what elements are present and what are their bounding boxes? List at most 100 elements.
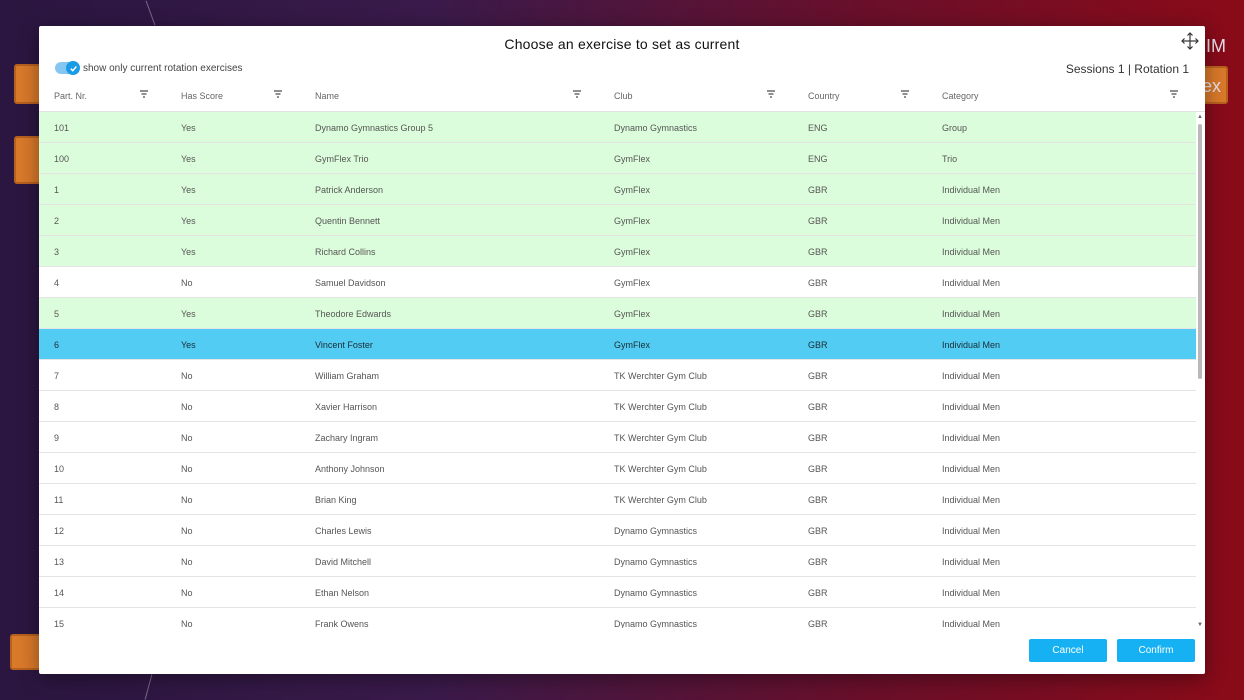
rotation-filter-toggle[interactable] — [55, 61, 80, 75]
grid-body: 101 Yes Dynamo Gymnastics Group 5 Dynamo Gy… — [39, 112, 1196, 628]
column-header-club[interactable]: Club — [614, 80, 764, 112]
table-row[interactable]: 2 Yes Quentin Bennett GymFlex GBR Individual … — [39, 205, 1196, 236]
cell-part: 6 — [54, 339, 60, 350]
scroll-down-arrow-icon[interactable]: ▼ — [1197, 622, 1203, 628]
cell-category: Individual Men — [942, 587, 1001, 598]
table-row[interactable]: 8 No Xavier Harrison TK Werchter Gym Club GB… — [39, 391, 1196, 422]
table-row[interactable]: 10 No Anthony Johnson TK Werchter Gym Club G… — [39, 453, 1196, 484]
column-header-category[interactable]: Category — [942, 80, 1142, 112]
cancel-button[interactable]: Cancel — [1029, 639, 1107, 662]
filter-icon[interactable] — [273, 89, 283, 99]
cell-part: 100 — [54, 153, 70, 164]
cell-country: GBR — [808, 277, 828, 288]
cell-category: Individual Men — [942, 494, 1001, 505]
cell-score: Yes — [181, 246, 196, 257]
filter-icon[interactable] — [139, 89, 149, 99]
cell-category: Individual Men — [942, 308, 1001, 319]
cell-category: Individual Men — [942, 618, 1001, 629]
cell-category: Individual Men — [942, 277, 1001, 288]
cell-part: 3 — [54, 246, 60, 257]
cell-part: 2 — [54, 215, 60, 226]
cell-category: Individual Men — [942, 401, 1001, 412]
filter-icon[interactable] — [900, 89, 910, 99]
cell-category: Group — [942, 122, 968, 133]
cell-country: GBR — [808, 556, 828, 567]
cell-country: GBR — [808, 339, 828, 350]
cell-category: Trio — [942, 153, 958, 164]
table-row[interactable]: 100 Yes GymFlex Trio GymFlex ENG Trio — [39, 143, 1196, 174]
cell-name: Dynamo Gymnastics Group 5 — [315, 122, 434, 133]
cell-score: No — [181, 401, 193, 412]
cell-score: Yes — [181, 153, 196, 164]
table-row[interactable]: 4 No Samuel Davidson GymFlex GBR Individual M… — [39, 267, 1196, 298]
grid-scrollbar[interactable]: ▲ ▼ — [1197, 114, 1203, 628]
move-arrows-icon[interactable] — [1180, 31, 1200, 51]
filter-icon[interactable] — [766, 89, 776, 99]
toggle-label: show only current rotation exercises — [83, 62, 243, 74]
cell-name: Anthony Johnson — [315, 463, 385, 474]
background-decor-line — [145, 0, 156, 26]
toggle-knob — [66, 61, 80, 75]
scroll-thumb[interactable] — [1198, 124, 1202, 379]
column-header-country[interactable]: Country — [808, 80, 898, 112]
cell-club: Dynamo Gymnastics — [614, 587, 698, 598]
table-row[interactable]: 13 No David Mitchell Dynamo Gymnastics GBR In… — [39, 546, 1196, 577]
cell-score: No — [181, 618, 193, 629]
grid-header: Part. Nr. Has Score Name Club Country Ca… — [39, 80, 1205, 112]
cell-name: David Mitchell — [315, 556, 372, 567]
cell-part: 5 — [54, 308, 60, 319]
scroll-up-arrow-icon[interactable]: ▲ — [1197, 114, 1203, 120]
cell-name: Frank Owens — [315, 618, 369, 629]
dialog-title: Choose an exercise to set as current — [504, 36, 740, 52]
cell-name: Theodore Edwards — [315, 308, 392, 319]
cell-category: Individual Men — [942, 525, 1001, 536]
cell-category: Individual Men — [942, 339, 1001, 350]
cell-club: TK Werchter Gym Club — [614, 494, 707, 505]
cell-club: GymFlex — [614, 308, 650, 319]
cell-country: GBR — [808, 184, 828, 195]
cell-score: Yes — [181, 339, 196, 350]
cell-country: GBR — [808, 246, 828, 257]
table-row[interactable]: 101 Yes Dynamo Gymnastics Group 5 Dynamo Gy… — [39, 112, 1196, 143]
cell-score: No — [181, 556, 193, 567]
cell-category: Individual Men — [942, 432, 1001, 443]
cell-part: 11 — [54, 494, 64, 505]
column-header-name[interactable]: Name — [315, 80, 565, 112]
cell-name: William Graham — [315, 370, 380, 381]
confirm-button[interactable]: Confirm — [1117, 639, 1195, 662]
cell-name: Richard Collins — [315, 246, 376, 257]
cell-name: GymFlex Trio — [315, 153, 369, 164]
table-row[interactable]: 9 No Zachary Ingram TK Werchter Gym Club GBR… — [39, 422, 1196, 453]
cell-part: 4 — [54, 277, 60, 288]
cell-club: Dynamo Gymnastics — [614, 525, 698, 536]
cell-part: 101 — [54, 122, 70, 133]
cell-country: ENG — [808, 153, 828, 164]
table-row[interactable]: 6 Yes Vincent Foster GymFlex GBR Individual M… — [39, 329, 1196, 360]
filter-icon[interactable] — [1169, 89, 1179, 99]
session-rotation-info: Sessions 1 | Rotation 1 — [1065, 62, 1189, 76]
cell-name: Samuel Davidson — [315, 277, 386, 288]
table-row[interactable]: 1 Yes Patrick Anderson GymFlex GBR Individual… — [39, 174, 1196, 205]
cell-category: Individual Men — [942, 215, 1001, 226]
cell-club: GymFlex — [614, 246, 650, 257]
table-row[interactable]: 11 No Brian King TK Werchter Gym Club GBR Ind… — [39, 484, 1196, 515]
cell-name: Vincent Foster — [315, 339, 373, 350]
table-row[interactable]: 3 Yes Richard Collins GymFlex GBR Individual … — [39, 236, 1196, 267]
column-header-has-score[interactable]: Has Score — [181, 80, 281, 112]
cell-name: Zachary Ingram — [315, 432, 379, 443]
cell-country: GBR — [808, 463, 828, 474]
cell-score: No — [181, 463, 193, 474]
cell-score: No — [181, 370, 193, 381]
cell-country: GBR — [808, 587, 828, 598]
cell-name: Quentin Bennett — [315, 215, 381, 226]
background-decor-line-bottom — [144, 674, 153, 700]
table-row[interactable]: 12 No Charles Lewis Dynamo Gymnastics GBR Ind… — [39, 515, 1196, 546]
choose-exercise-dialog: Choose an exercise to set as current sho… — [39, 26, 1205, 674]
table-row[interactable]: 15 No Frank Owens Dynamo Gymnastics GBR Indiv… — [39, 608, 1196, 628]
cell-score: Yes — [181, 308, 196, 319]
table-row[interactable]: 5 Yes Theodore Edwards GymFlex GBR Individual… — [39, 298, 1196, 329]
table-row[interactable]: 7 No William Graham TK Werchter Gym Club GBR… — [39, 360, 1196, 391]
filter-icon[interactable] — [572, 89, 582, 99]
table-row[interactable]: 14 No Ethan Nelson Dynamo Gymnastics GBR Indi… — [39, 577, 1196, 608]
cell-category: Individual Men — [942, 463, 1001, 474]
